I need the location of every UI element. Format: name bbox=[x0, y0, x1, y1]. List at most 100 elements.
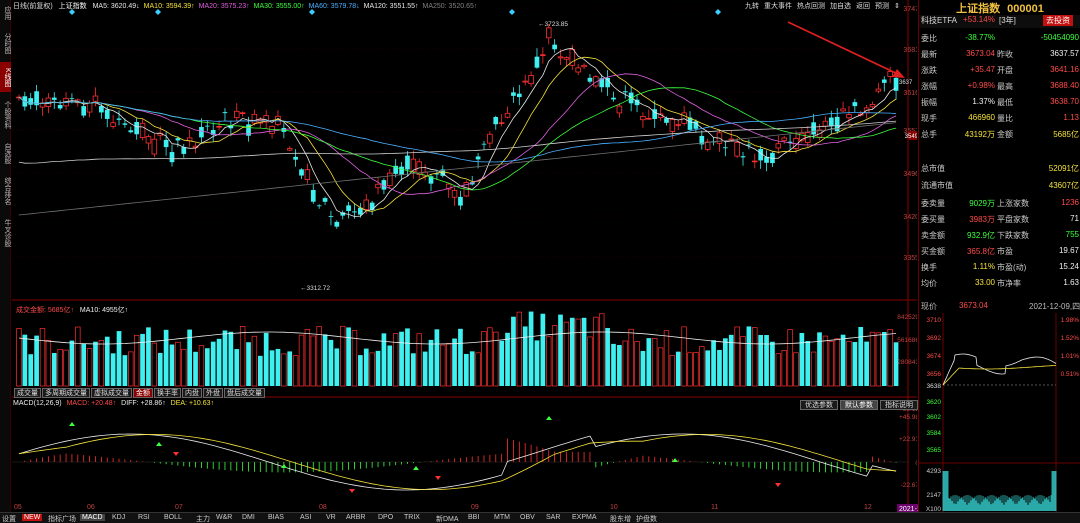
indicator-tab[interactable]: EXPMA bbox=[572, 514, 597, 521]
volume-bar bbox=[51, 352, 57, 386]
order-row: 均价 33.00 市净率 1.63 bbox=[919, 278, 1080, 291]
indicator-tab[interactable]: MTM bbox=[494, 514, 510, 521]
volume-tab[interactable]: 盘后成交量 bbox=[224, 388, 265, 398]
left-tab-1[interactable]: 分时图 bbox=[0, 28, 11, 58]
order-label: 委卖量 bbox=[921, 199, 945, 208]
indicator-tab[interactable]: 护盘数 bbox=[636, 514, 657, 523]
volume-bar bbox=[752, 327, 758, 387]
candle-body bbox=[522, 80, 528, 83]
indicator-tab[interactable]: 指标广场 bbox=[48, 514, 76, 523]
quote-label: 总手 bbox=[921, 130, 937, 139]
mini-price-label: 现价 bbox=[921, 302, 937, 311]
indicator-tab[interactable]: W&R bbox=[216, 514, 232, 521]
indicator-tab[interactable]: 股东增 bbox=[610, 514, 631, 523]
volume-bar bbox=[634, 341, 640, 387]
volume-tab[interactable]: 虚拟成交量 bbox=[91, 388, 132, 398]
volume-bar bbox=[28, 354, 34, 386]
indicator-tab[interactable]: SAR bbox=[546, 514, 560, 521]
indicator-tab[interactable]: KDJ bbox=[112, 514, 125, 521]
volume-tab[interactable]: 外盘 bbox=[203, 388, 223, 398]
macd-param-button[interactable]: 优选参数 bbox=[800, 400, 838, 410]
order-row: 委买量 3983万 平盘家数 71 bbox=[919, 214, 1080, 227]
volume-tick: 280843 bbox=[897, 359, 917, 366]
indicator-tab[interactable]: DPO bbox=[378, 514, 393, 521]
volume-tab[interactable]: 金额 bbox=[133, 388, 153, 398]
indicator-tab[interactable]: OBV bbox=[520, 514, 535, 521]
order-value: 19.67 bbox=[1058, 246, 1079, 255]
left-tab-3[interactable]: 个股资料 bbox=[0, 96, 11, 134]
invest-button[interactable]: 去投资 bbox=[1043, 15, 1073, 26]
volume-bar bbox=[175, 341, 181, 387]
volume-tab[interactable]: 内盘 bbox=[182, 388, 202, 398]
volume-bar bbox=[770, 341, 775, 386]
candle-body bbox=[511, 92, 516, 96]
etf-return: +53.14% bbox=[963, 15, 995, 24]
indicator-tab[interactable]: ARBR bbox=[346, 514, 365, 521]
indicator-tab[interactable]: ASI bbox=[300, 514, 311, 521]
month-label: 10 bbox=[610, 504, 618, 511]
volume-bar bbox=[717, 349, 722, 386]
etf-row[interactable]: 科技ETFA +53.14% [3年] 去投资 bbox=[919, 15, 1080, 28]
indicator-tab[interactable]: RSI bbox=[138, 514, 150, 521]
indicator-tab[interactable]: MACD bbox=[80, 514, 105, 521]
volume-bar bbox=[392, 333, 399, 387]
indicator-tab[interactable]: BIAS bbox=[268, 514, 284, 521]
volume-bar bbox=[81, 343, 87, 386]
left-tab-0[interactable]: 应用 bbox=[0, 2, 11, 24]
indicator-tab[interactable]: BBI bbox=[468, 514, 479, 521]
volume-bar bbox=[475, 352, 481, 387]
indicator-tab[interactable]: DMI bbox=[242, 514, 255, 521]
toolbar-item[interactable]: 返回 bbox=[856, 3, 870, 10]
candle-body bbox=[51, 97, 57, 100]
candle-body bbox=[775, 143, 782, 149]
quote-value: 1.13 bbox=[1063, 113, 1079, 122]
volume-bar bbox=[534, 340, 540, 386]
quote-label: 振幅 bbox=[921, 98, 937, 107]
candle-body bbox=[875, 88, 882, 92]
left-tab-4[interactable]: 自选股 bbox=[0, 138, 11, 168]
volume-bar bbox=[593, 316, 599, 387]
volume-bar bbox=[793, 352, 799, 387]
intraday-mini-chart[interactable]: 3710 3692 3674 3656 3638 3620 3602 3584 3565 1.98… bbox=[919, 313, 1080, 513]
toolbar-item[interactable]: 重大事件 bbox=[764, 3, 792, 10]
quote-row: 涨跌 +35.47 开盘 3641.16 bbox=[919, 65, 1080, 78]
candle-body bbox=[134, 122, 140, 135]
toolbar-item[interactable]: 九转 bbox=[745, 3, 759, 10]
candle-body bbox=[352, 211, 357, 213]
quote-label: 最新 bbox=[921, 50, 937, 59]
indicator-tab[interactable]: 新DMA bbox=[436, 514, 459, 523]
indicator-tab[interactable]: TRIX bbox=[404, 514, 420, 521]
volume-bar bbox=[86, 348, 93, 387]
macd-legend: MACD(12,26,9) MACD: +20.48↑ DIFF: +28.86… bbox=[13, 400, 214, 407]
toolbar-item[interactable]: 加自选 bbox=[830, 3, 851, 10]
volume-bar bbox=[575, 318, 581, 387]
volume-bar bbox=[817, 332, 822, 386]
indicator-tab[interactable]: 设置 bbox=[2, 514, 16, 523]
month-label: 07 bbox=[175, 504, 183, 511]
volume-bar bbox=[605, 327, 610, 386]
candle-body bbox=[681, 112, 687, 124]
indicator-tab[interactable]: 主力 bbox=[196, 514, 210, 523]
indicator-tab[interactable]: BOLL bbox=[164, 514, 182, 521]
quote-value: -38.77% bbox=[965, 33, 995, 42]
volume-bar bbox=[140, 333, 145, 386]
macd-param-button[interactable]: 指标说明 bbox=[880, 400, 918, 410]
macd-param-button[interactable]: 默认参数 bbox=[840, 400, 878, 410]
candle-body bbox=[92, 95, 99, 102]
volume-tab[interactable]: 换手率 bbox=[154, 388, 181, 398]
candle-body bbox=[86, 102, 93, 113]
kline-chart[interactable]: 374736813616355734963420335535493637←372… bbox=[12, 0, 917, 512]
toolbar-item[interactable]: 热点回测 bbox=[797, 3, 825, 10]
volume-tab[interactable]: 成交量 bbox=[14, 388, 41, 398]
indicator-tab[interactable]: VR bbox=[326, 514, 336, 521]
menu-icon[interactable]: ⇕ bbox=[894, 3, 900, 10]
candle-body bbox=[540, 54, 546, 56]
volume-tab[interactable]: 多周期成交量 bbox=[42, 388, 90, 398]
left-tab-6[interactable]: 牛叉诊股 bbox=[0, 214, 11, 252]
left-tab-5[interactable]: 综合排名 bbox=[0, 172, 11, 210]
toolbar-item[interactable]: 预测 bbox=[875, 3, 889, 10]
indicator-tab[interactable]: NEW bbox=[22, 514, 43, 521]
left-tab-2[interactable]: K线图 bbox=[0, 62, 11, 92]
volume-bar bbox=[893, 342, 899, 386]
cap-value: 52091亿 bbox=[1048, 164, 1079, 173]
